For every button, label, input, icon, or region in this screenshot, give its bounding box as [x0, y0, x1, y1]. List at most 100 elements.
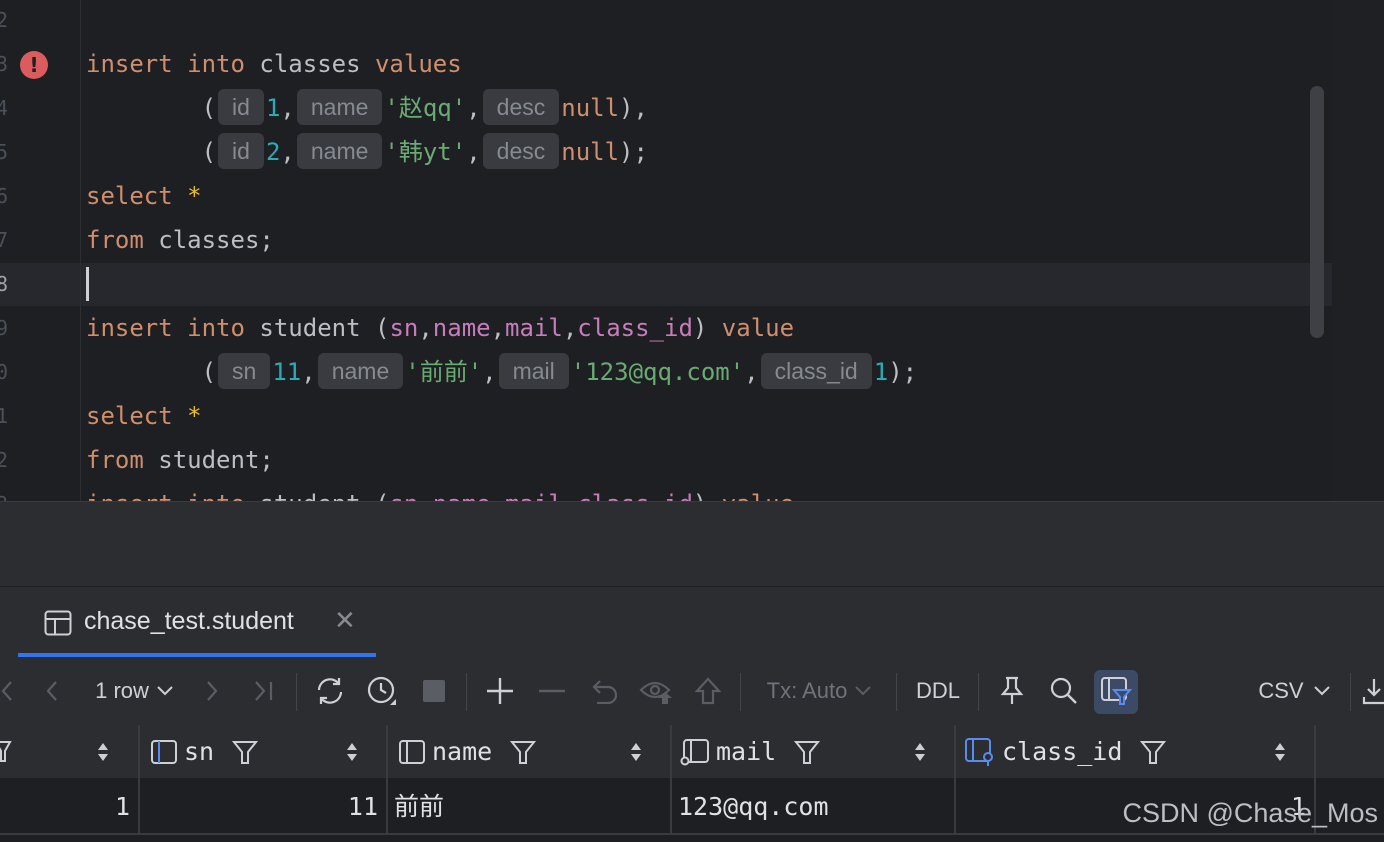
code-token: student (	[259, 314, 390, 342]
history-clock-icon[interactable]	[362, 657, 402, 725]
code-token: ,	[280, 138, 295, 166]
row-number-header[interactable]	[0, 725, 138, 778]
editor-scrollbar[interactable]	[1310, 86, 1324, 338]
column-header-mail[interactable]: mail	[672, 725, 954, 778]
filter-column-icon	[1094, 657, 1138, 725]
filter-icon[interactable]	[232, 739, 259, 765]
filter-icon[interactable]	[510, 739, 537, 765]
results-tab-bar: chase_test.student ✕	[0, 587, 1384, 657]
column-separator	[386, 778, 388, 834]
ddl-button[interactable]: DDL	[908, 657, 968, 725]
previous-page-icon[interactable]	[36, 657, 68, 725]
row-count-dropdown[interactable]: 1 row	[84, 657, 184, 725]
first-page-icon[interactable]	[0, 657, 14, 725]
filter-icon[interactable]	[1140, 739, 1167, 765]
undo-icon[interactable]	[584, 657, 624, 725]
column-header-name[interactable]: name	[388, 725, 670, 778]
column-icon	[680, 738, 709, 765]
number-token: 11	[272, 358, 302, 386]
code-token: ,	[280, 94, 295, 122]
sort-icon[interactable]	[914, 742, 926, 762]
add-row-icon[interactable]	[480, 657, 520, 725]
code-line[interactable]: insert into student (sn,name,mail,class_…	[86, 482, 794, 502]
code-token: student;	[158, 446, 274, 474]
code-token: );	[619, 138, 648, 166]
keyword-token: select	[86, 402, 188, 430]
toolbar-separator	[978, 673, 979, 711]
keyword-token: values	[374, 50, 462, 78]
column-token: name	[432, 314, 491, 342]
parameter-hint: id	[218, 89, 264, 125]
preview-changes-icon[interactable]	[636, 657, 676, 725]
sort-icon[interactable]	[1274, 742, 1286, 762]
parameter-hint: sn	[218, 353, 271, 389]
keyword-token: from	[86, 446, 159, 474]
number-token: 2	[265, 138, 281, 166]
next-page-icon[interactable]	[196, 657, 228, 725]
cell-name[interactable]: 前前	[394, 778, 664, 834]
sql-editor[interactable]: 2 3 4 5 6 7 8 9 0 1 2 3 ! insert into cl…	[0, 0, 1384, 502]
export-format-dropdown[interactable]: CSV	[1248, 657, 1340, 725]
code-line[interactable]: from classes;	[86, 218, 274, 262]
sort-icon[interactable]	[97, 742, 109, 762]
sort-icon[interactable]	[630, 742, 642, 762]
download-icon[interactable]	[1362, 657, 1384, 725]
close-icon[interactable]: ✕	[334, 605, 356, 636]
last-page-icon[interactable]	[246, 657, 282, 725]
line-number: 1	[0, 404, 9, 428]
column-separator[interactable]	[1314, 725, 1316, 778]
code-token: ),	[619, 94, 648, 122]
column-header-class-id[interactable]: class_id	[956, 725, 1314, 778]
code-line[interactable]: (id 1, name '赵qq', desc null),	[86, 86, 648, 130]
code-token: (	[86, 94, 217, 122]
keyword-token: value	[721, 314, 795, 342]
code-token: ,	[418, 314, 433, 342]
parameter-hint: class_id	[760, 353, 872, 389]
cell-mail[interactable]: 123@qq.com	[678, 778, 948, 834]
stop-icon[interactable]	[414, 657, 454, 725]
transaction-mode-dropdown[interactable]: Tx: Auto	[756, 657, 882, 725]
keyword-token: insert into	[86, 314, 260, 342]
code-line[interactable]: (sn 11, name '前前', mail '123@qq.com', class_id…	[86, 350, 917, 394]
code-line[interactable]: insert into classes values	[86, 42, 462, 86]
string-token: '前前'	[405, 358, 483, 386]
toolbar-separator	[296, 673, 297, 711]
tab-chase-test-student[interactable]: chase_test.student ✕	[18, 587, 376, 657]
delete-row-icon[interactable]	[532, 657, 572, 725]
toolbar-separator	[1350, 673, 1351, 711]
filter-icon[interactable]	[794, 739, 821, 765]
code-line[interactable]: select *	[86, 394, 202, 438]
column-name: sn	[184, 737, 215, 766]
cell-sn[interactable]: 11	[140, 778, 378, 834]
row-number-cell[interactable]: 1	[0, 778, 130, 834]
parameter-hint: desc	[482, 89, 560, 125]
search-icon[interactable]	[1044, 657, 1084, 725]
gutter-divider	[80, 0, 81, 502]
number-token: 1	[265, 94, 281, 122]
line-number: 2	[0, 448, 9, 472]
column-header-sn[interactable]: sn	[140, 725, 386, 778]
sort-icon[interactable]	[346, 742, 358, 762]
refresh-icon[interactable]	[310, 657, 350, 725]
error-icon[interactable]: !	[20, 51, 48, 79]
current-line-highlight	[0, 263, 1332, 306]
code-token: )	[692, 314, 722, 342]
code-line[interactable]: from student;	[86, 438, 274, 482]
submit-icon[interactable]	[688, 657, 728, 725]
parameter-hint: mail	[498, 353, 569, 389]
line-number: 2	[0, 8, 9, 32]
tx-mode-label: Tx: Auto	[766, 678, 848, 703]
code-line[interactable]: select *	[86, 174, 202, 218]
number-token: 1	[873, 358, 889, 386]
filter-icon[interactable]	[0, 739, 12, 765]
pin-icon[interactable]	[992, 657, 1032, 725]
code-token: );	[888, 358, 918, 386]
string-token: '韩yt'	[384, 138, 467, 166]
parameter-hint: desc	[482, 133, 560, 169]
code-line[interactable]: (id 2, name '韩yt', desc null);	[86, 130, 648, 174]
line-number: 4	[0, 96, 9, 120]
export-format-label: CSV	[1258, 678, 1304, 703]
code-line[interactable]: insert into student (sn,name,mail,class_…	[86, 306, 794, 350]
panel-splitter[interactable]	[0, 502, 1384, 587]
string-token: '123@qq.com'	[570, 358, 745, 386]
